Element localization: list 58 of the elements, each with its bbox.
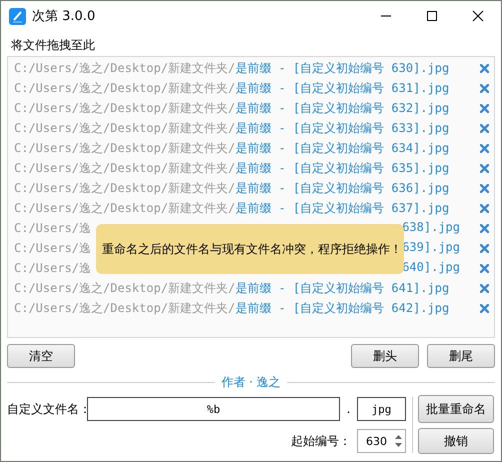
remove-icon[interactable] [480, 184, 489, 192]
drop-label: 将文件拖拽至此 [11, 37, 95, 54]
remove-icon[interactable] [480, 104, 489, 112]
file-name: 640].jpg [402, 260, 460, 276]
filename-label: 自定义文件名： [7, 400, 87, 418]
delete-button[interactable]: 删尾 [427, 344, 495, 368]
maximize-icon[interactable] [426, 10, 438, 22]
start-number-label: 起始编号： [291, 432, 351, 450]
file-name: 639].jpg [402, 240, 460, 256]
spin-arrows-icon[interactable] [395, 434, 402, 448]
remove-icon[interactable] [480, 84, 489, 92]
file-name: 是前缀 - [自定义初始编号 633].jpg [235, 120, 450, 136]
file-name: 是前缀 - [自定义初始编号 632].jpg [235, 100, 450, 116]
rename-button[interactable]: 批量重命名 [418, 395, 494, 423]
file-path: C:/Users/逸之/Desktop/新建文件夹/ [14, 160, 236, 176]
file-name: 是前缀 - [自定义初始编号 637].jpg [235, 200, 450, 216]
file-path: C:/Users/逸之/Desktop/新建文件夹/ [14, 200, 236, 216]
file-name: 是前缀 - [自定义初始编号 634].jpg [235, 140, 450, 156]
file-name: 是前缀 - [自定义初始编号 636].jpg [235, 180, 450, 196]
file-name: 是前缀 - [自定义初始编号 641].jpg [235, 280, 450, 296]
file-path: C:/Users/逸之/Desktop/新建文件夹/ [14, 140, 236, 156]
file-name: 是前缀 - [自定义初始编号 631].jpg [235, 80, 450, 96]
remove-icon[interactable] [480, 244, 489, 252]
start-number-spinner[interactable]: 630 [357, 429, 406, 453]
file-path: C:/Users/逸之/Desktop/新建文件夹/ [14, 300, 236, 316]
file-path: C:/Users/逸之/Desktop/新建文件夹/ [14, 180, 236, 196]
file-path: C:/Users/逸之/Desktop/新建文件夹/ [14, 100, 236, 116]
window-title: 次第 3.0.0 [32, 8, 96, 25]
file-path: C:/Users/逸 [14, 220, 92, 236]
file-name: 是前缀 - [自定义初始编号 642].jpg [235, 300, 450, 316]
remove-icon[interactable] [480, 204, 489, 212]
remove-icon[interactable] [480, 284, 489, 292]
file-path: C:/Users/逸 [14, 260, 92, 276]
error-toast: 重命名之后的文件名与现有文件名冲突，程序拒绝操作！ [96, 224, 404, 274]
file-path: C:/Users/逸之/Desktop/新建文件夹/ [14, 60, 236, 76]
remove-icon[interactable] [480, 164, 489, 172]
dot-label: . [346, 402, 350, 416]
file-path: C:/Users/逸之/Desktop/新建文件夹/ [14, 80, 236, 96]
delete-button[interactable]: 删头 [351, 344, 419, 368]
close-icon[interactable] [472, 10, 484, 22]
pen-icon [9, 8, 26, 24]
clear-button[interactable]: 清空 [7, 344, 75, 368]
file-name: 是前缀 - [自定义初始编号 630].jpg [235, 60, 450, 76]
remove-icon[interactable] [480, 144, 489, 152]
author-label: 作者 · 逸之 [221, 374, 281, 391]
remove-icon[interactable] [480, 264, 489, 272]
file-path: C:/Users/逸之/Desktop/新建文件夹/ [14, 280, 236, 296]
file-name: 是前缀 - [自定义初始编号 635].jpg [235, 160, 450, 176]
remove-icon[interactable] [480, 64, 489, 72]
remove-icon[interactable] [480, 124, 489, 132]
filename-field[interactable]: %b [87, 397, 340, 421]
file-path: C:/Users/逸 [14, 240, 92, 256]
file-name: 638].jpg [402, 220, 460, 236]
undo-button[interactable]: 撤销 [418, 428, 494, 454]
remove-icon[interactable] [480, 224, 489, 232]
file-path: C:/Users/逸之/Desktop/新建文件夹/ [14, 120, 236, 136]
extension-field[interactable]: jpg [357, 397, 406, 421]
remove-icon[interactable] [480, 304, 489, 312]
